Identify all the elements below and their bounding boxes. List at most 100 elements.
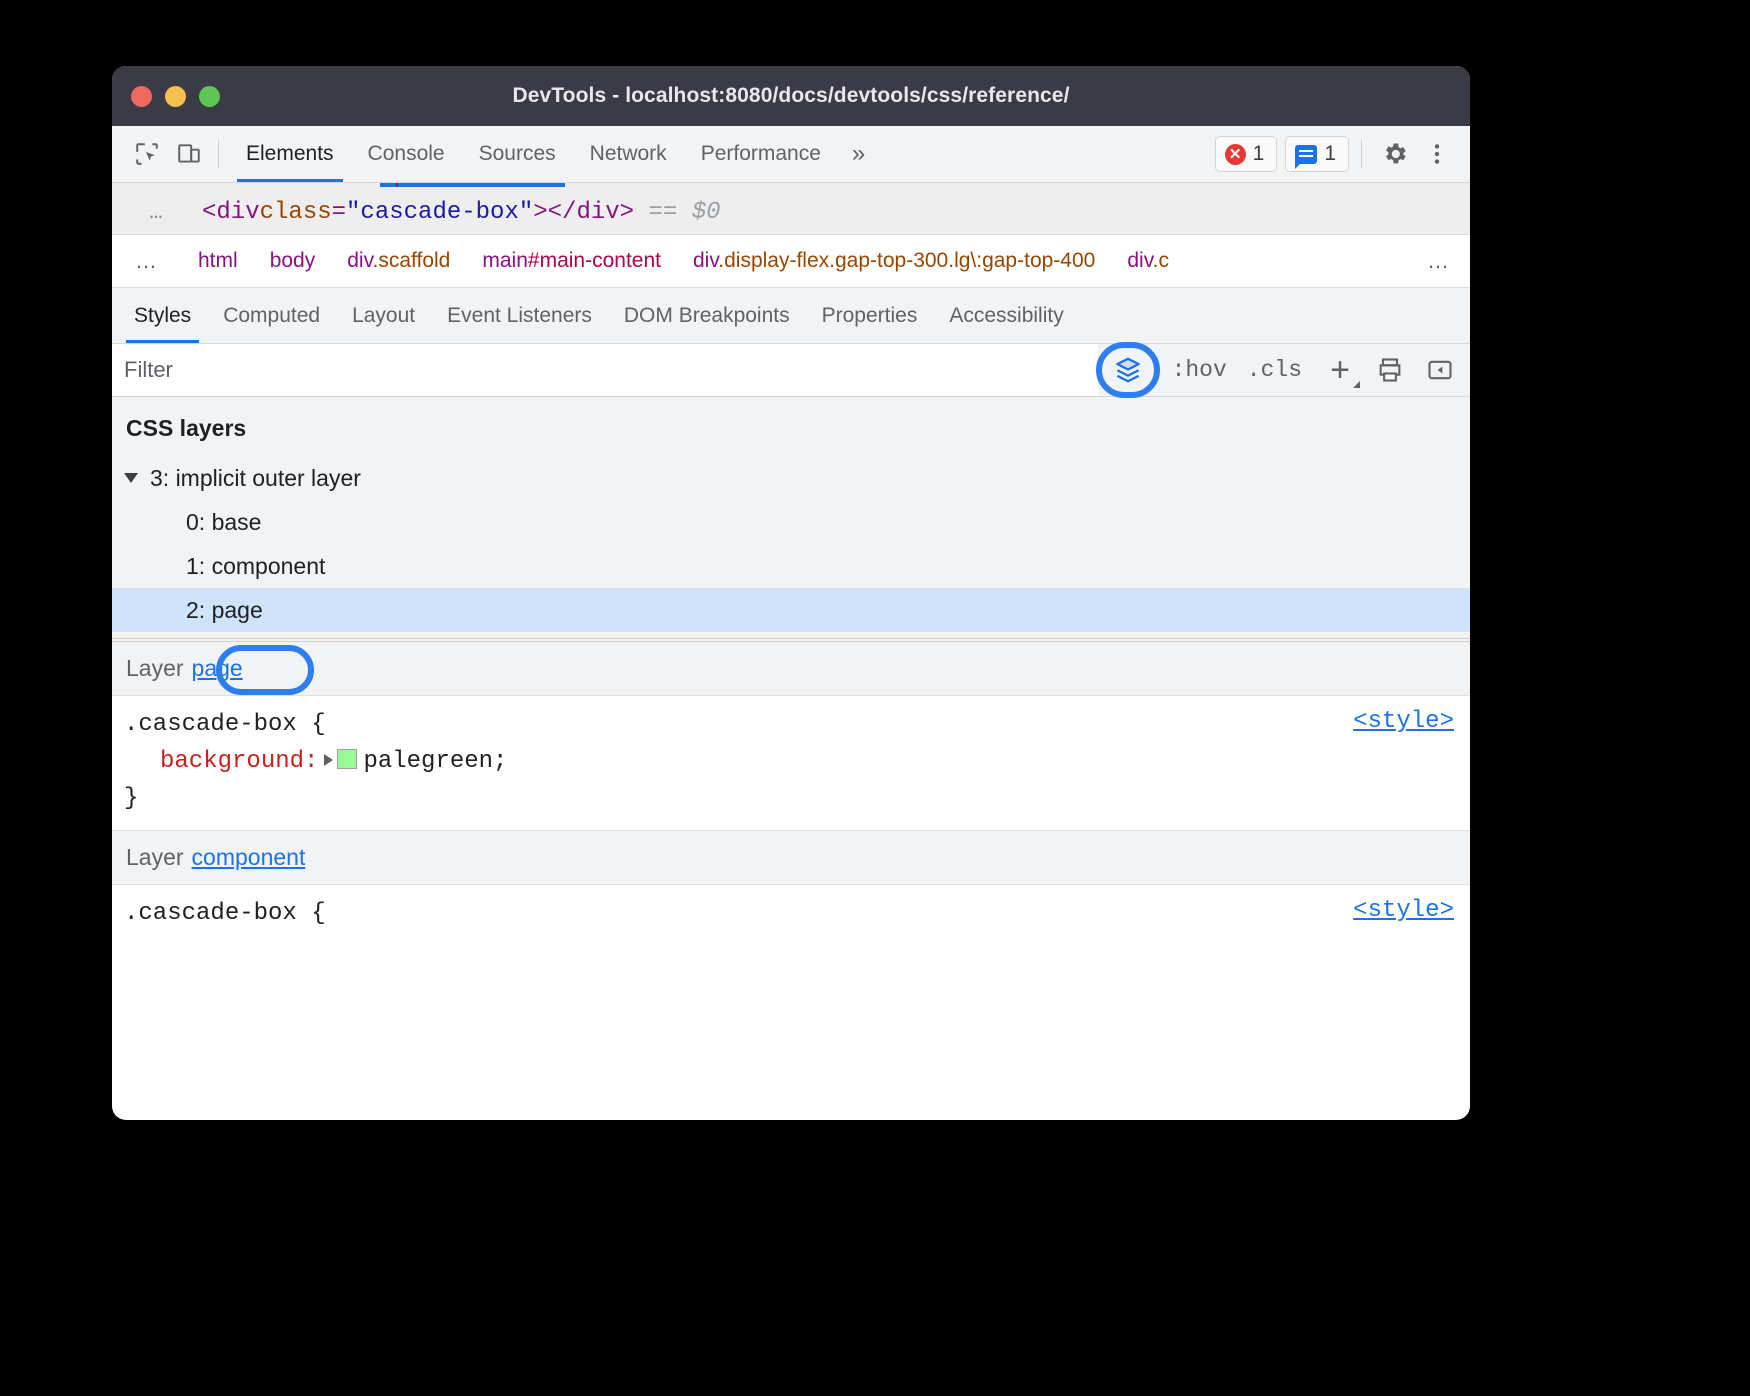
breadcrumb-el: main xyxy=(482,249,528,272)
css-layers-stack-icon[interactable] xyxy=(1106,350,1150,390)
rule-selector[interactable]: .cascade-box { xyxy=(112,706,1470,743)
color-swatch[interactable] xyxy=(337,749,357,769)
message-counter-button[interactable]: 1 xyxy=(1285,136,1349,172)
breadcrumb-item-div-scaffold[interactable]: div.scaffold xyxy=(331,249,466,273)
plus-icon[interactable]: + xyxy=(1318,350,1362,390)
rule-selector[interactable]: .cascade-box { xyxy=(112,895,1470,932)
layer-tree-row-implicit-outer[interactable]: 3: implicit outer layer xyxy=(112,456,1470,500)
computed-sidebar-toggle-icon[interactable] xyxy=(1418,350,1462,390)
tab-properties[interactable]: Properties xyxy=(806,288,934,343)
dom-eqeq: == xyxy=(649,199,678,226)
dom-ellipsis[interactable]: … xyxy=(112,200,202,225)
devtools-window: DevTools - localhost:8080/docs/devtools/… xyxy=(112,66,1470,1120)
dom-tag-open: <div xyxy=(202,199,260,226)
rule-source-link[interactable]: <style> xyxy=(1353,708,1454,735)
tab-network-label: Network xyxy=(590,142,667,166)
inspect-element-icon[interactable] xyxy=(126,133,168,175)
breadcrumb-cls: .scaffold xyxy=(373,249,451,272)
tab-sources[interactable]: Sources xyxy=(462,126,573,182)
layer-word: Layer xyxy=(126,655,184,682)
tab-computed-label: Computed xyxy=(223,304,320,328)
toolbar-divider-right xyxy=(1361,140,1362,168)
more-tabs-icon[interactable]: » xyxy=(838,140,876,168)
layer-tree-row-base[interactable]: 0: base xyxy=(112,500,1470,544)
breadcrumb-overflow-right[interactable]: … xyxy=(1408,235,1470,287)
cls-toggle-button[interactable]: .cls xyxy=(1237,357,1312,383)
filter-input[interactable] xyxy=(112,344,1098,396)
dom-attr-name: class xyxy=(260,199,332,226)
breadcrumb-item-main-content[interactable]: main#main-content xyxy=(466,249,677,273)
declaration-background[interactable]: background:palegreen; xyxy=(112,743,1470,780)
layer-tree-label: 1: component xyxy=(186,553,325,580)
breadcrumb-item-body[interactable]: body xyxy=(254,249,332,273)
print-media-icon[interactable] xyxy=(1368,350,1412,390)
hov-toggle-button[interactable]: :hov xyxy=(1162,357,1237,383)
breadcrumb-cls: .display-flex.gap-top-300.lg\:gap-top-40… xyxy=(718,249,1095,272)
tab-performance[interactable]: Performance xyxy=(684,126,838,182)
breadcrumb-cls: .c xyxy=(1153,249,1169,272)
layer-header-page: Layer page xyxy=(112,642,1470,696)
breadcrumb: … html body div.scaffold main#main-conte… xyxy=(112,235,1470,288)
css-layers-heading: CSS layers xyxy=(112,397,1470,456)
error-icon: ✕ xyxy=(1225,144,1246,165)
breadcrumb-el: div xyxy=(1127,249,1152,272)
layer-tree-label: 0: base xyxy=(186,509,261,536)
styles-pane-tab-list: Styles Computed Layout Event Listeners D… xyxy=(112,288,1470,344)
layer-header-component: Layer component xyxy=(112,831,1470,885)
tab-accessibility[interactable]: Accessibility xyxy=(933,288,1079,343)
breadcrumb-item-display-flex[interactable]: div.display-flex.gap-top-300.lg\:gap-top… xyxy=(677,249,1111,273)
expand-shorthand-icon[interactable] xyxy=(324,754,333,766)
css-rule-component: <style> .cascade-box { background:hotpin… xyxy=(112,885,1470,934)
dom-partial-node[interactable]: <p class="" xyxy=(380,183,532,189)
toolbar-divider xyxy=(218,140,219,168)
tab-dom-breakpoints[interactable]: DOM Breakpoints xyxy=(608,288,806,343)
message-icon xyxy=(1295,145,1317,164)
tab-styles[interactable]: Styles xyxy=(118,288,207,343)
tab-dom-breakpoints-label: DOM Breakpoints xyxy=(624,304,790,328)
breadcrumb-overflow-left[interactable]: … xyxy=(112,248,182,274)
dom-equals: = xyxy=(332,199,346,226)
tab-console[interactable]: Console xyxy=(351,126,462,182)
tab-layout[interactable]: Layout xyxy=(336,288,431,343)
layer-word: Layer xyxy=(126,844,184,871)
tab-elements-label: Elements xyxy=(246,142,334,166)
breadcrumb-el: body xyxy=(270,249,316,272)
window-titlebar: DevTools - localhost:8080/docs/devtools/… xyxy=(112,66,1470,126)
breadcrumb-el: html xyxy=(198,249,238,272)
tab-computed[interactable]: Computed xyxy=(207,288,336,343)
declaration-property[interactable]: background xyxy=(160,748,304,775)
plus-glyph: + xyxy=(1330,353,1350,387)
tab-event-listeners[interactable]: Event Listeners xyxy=(431,288,608,343)
layer-link-component[interactable]: component xyxy=(192,844,306,871)
dom-selected-row[interactable]: … <div class="cascade-box"></div> == $0 xyxy=(112,190,1470,234)
highlight-ring-layers-button xyxy=(1096,342,1160,398)
tab-network[interactable]: Network xyxy=(573,126,684,182)
device-toolbar-icon[interactable] xyxy=(168,133,210,175)
dom-partial-tag: <p class= xyxy=(380,183,504,189)
tab-styles-label: Styles xyxy=(134,304,191,328)
dom-partial-value: "" xyxy=(504,183,532,189)
tab-accessibility-label: Accessibility xyxy=(949,304,1063,328)
breadcrumb-item-html[interactable]: html xyxy=(182,249,254,273)
message-count-label: 1 xyxy=(1324,142,1336,166)
breadcrumb-el: div xyxy=(693,249,718,272)
styles-pane: CSS layers 3: implicit outer layer 0: ba… xyxy=(112,397,1470,934)
css-rule-page: <style> .cascade-box { background:palegr… xyxy=(112,696,1470,831)
css-layers-tree: 3: implicit outer layer 0: base 1: compo… xyxy=(112,456,1470,638)
tab-event-listeners-label: Event Listeners xyxy=(447,304,592,328)
styles-filter-toolbar: :hov .cls + xyxy=(112,344,1470,397)
kebab-menu-icon[interactable] xyxy=(1416,133,1458,175)
error-counter-button[interactable]: ✕ 1 xyxy=(1215,136,1278,172)
breadcrumb-item-last[interactable]: div.c xyxy=(1111,249,1185,273)
gear-icon[interactable] xyxy=(1374,133,1416,175)
rule-source-link[interactable]: <style> xyxy=(1353,897,1454,924)
breadcrumb-el: div xyxy=(347,249,372,272)
breadcrumb-id: #main-content xyxy=(528,249,661,272)
tab-elements[interactable]: Elements xyxy=(229,126,351,182)
layer-tree-row-page[interactable]: 2: page xyxy=(112,588,1470,632)
layer-tree-row-component[interactable]: 1: component xyxy=(112,544,1470,588)
chevron-down-icon[interactable] xyxy=(124,473,138,483)
devtools-main-toolbar: Elements Console Sources Network Perform… xyxy=(112,126,1470,183)
declaration-value[interactable]: palegreen; xyxy=(363,748,507,775)
declaration-background[interactable]: background:hotpink; xyxy=(112,932,1470,934)
